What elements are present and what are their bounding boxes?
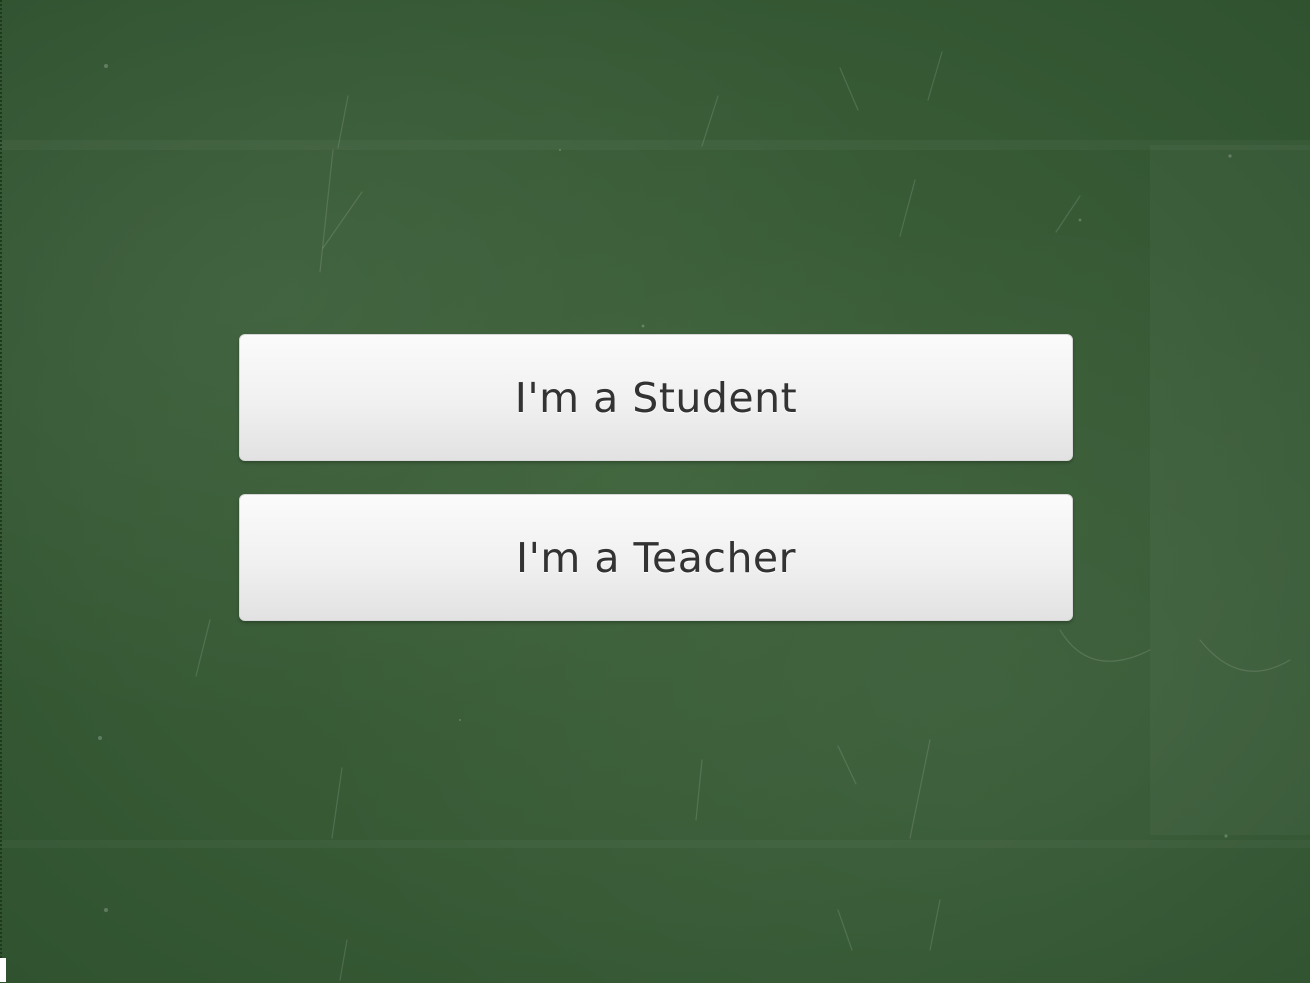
student-button[interactable]: I'm a Student bbox=[239, 334, 1073, 461]
corner-marker bbox=[0, 958, 6, 982]
left-edge-border bbox=[0, 0, 2, 983]
chalk-texture bbox=[98, 51, 1291, 981]
teacher-button-label: I'm a Teacher bbox=[515, 533, 797, 582]
teacher-button[interactable]: I'm a Teacher bbox=[239, 494, 1073, 621]
student-button-label: I'm a Student bbox=[514, 373, 798, 422]
chalkboard-background bbox=[0, 0, 1310, 983]
